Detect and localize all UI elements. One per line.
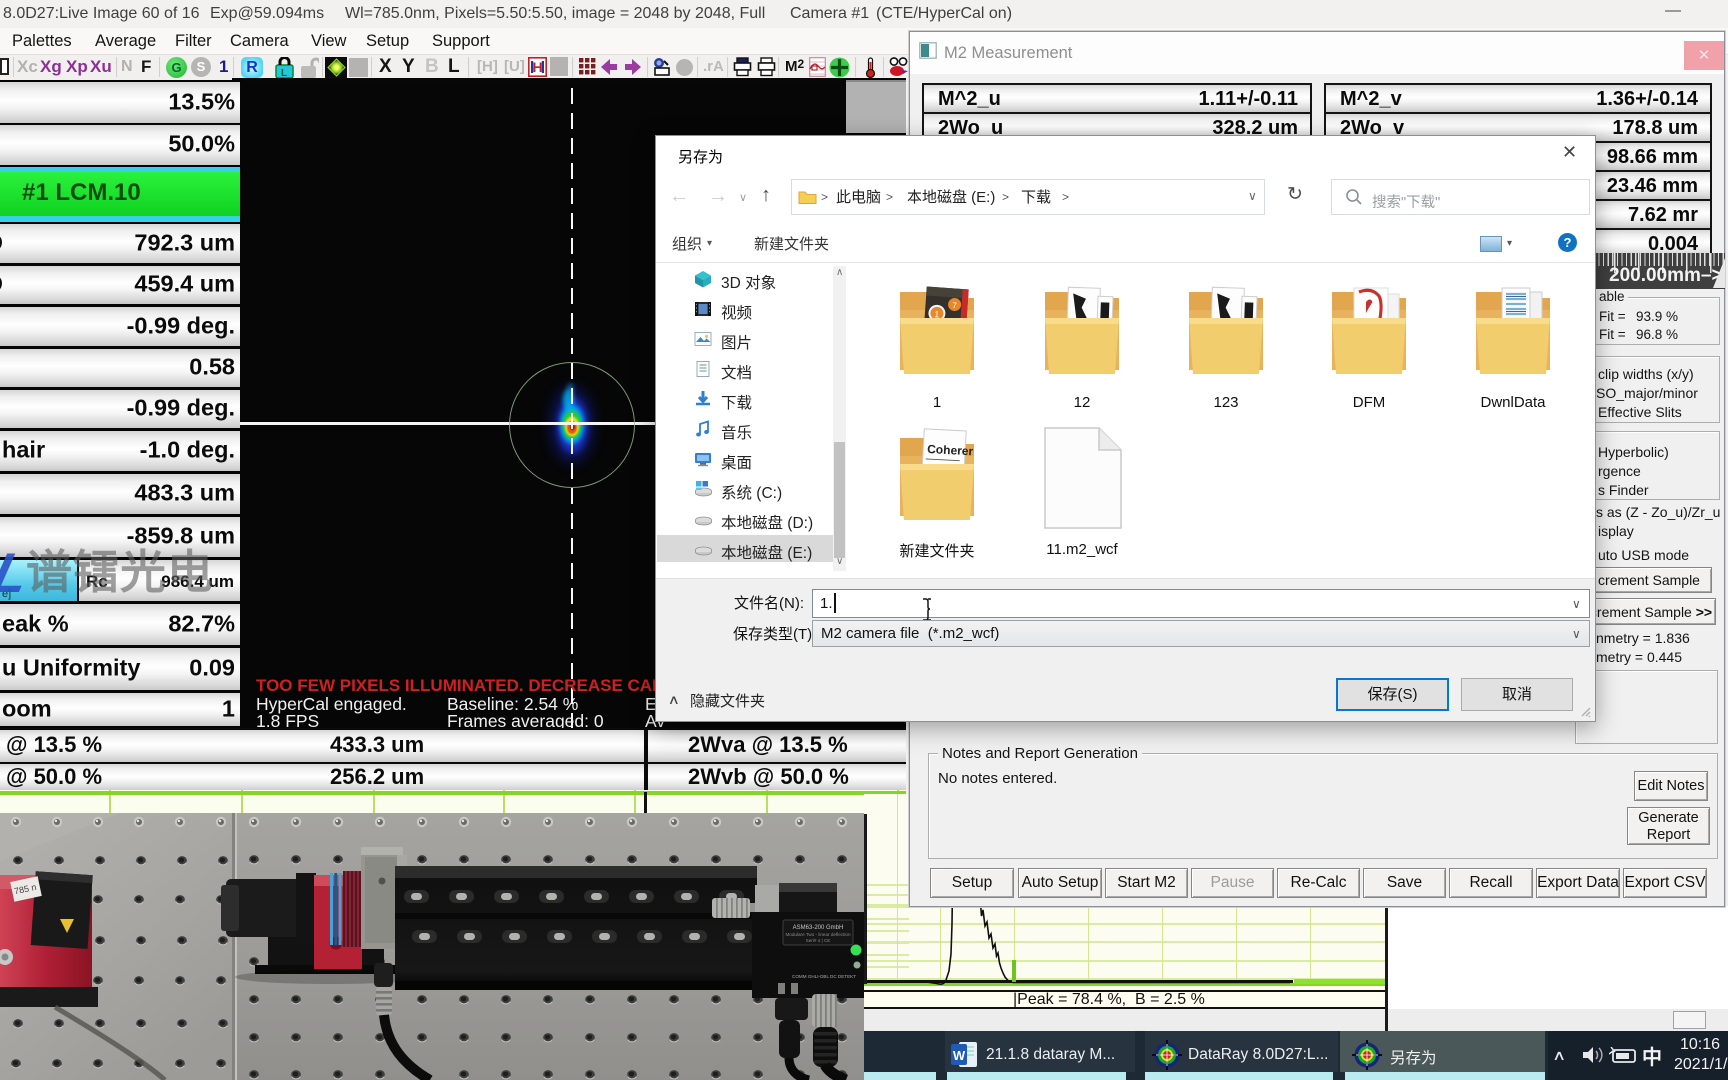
svg-text:W: W — [953, 1048, 966, 1063]
svg-text:Coherer: Coherer — [927, 442, 974, 458]
svg-text:COMM GHLI-DBL: COMM GHLI-DBL — [792, 974, 829, 979]
svg-text:H: H — [532, 59, 542, 75]
svg-text:1: 1 — [934, 309, 940, 319]
svg-text:ASM63-200 GmbH: ASM63-200 GmbH — [793, 925, 844, 931]
svg-text:Seri# 4 | CE: Seri# 4 | CE — [806, 938, 831, 943]
svg-text:DC DETEKT: DC DETEKT — [830, 974, 856, 979]
svg-text:Modulare Two - linear deflecti: Modulare Two - linear deflection — [785, 932, 850, 937]
